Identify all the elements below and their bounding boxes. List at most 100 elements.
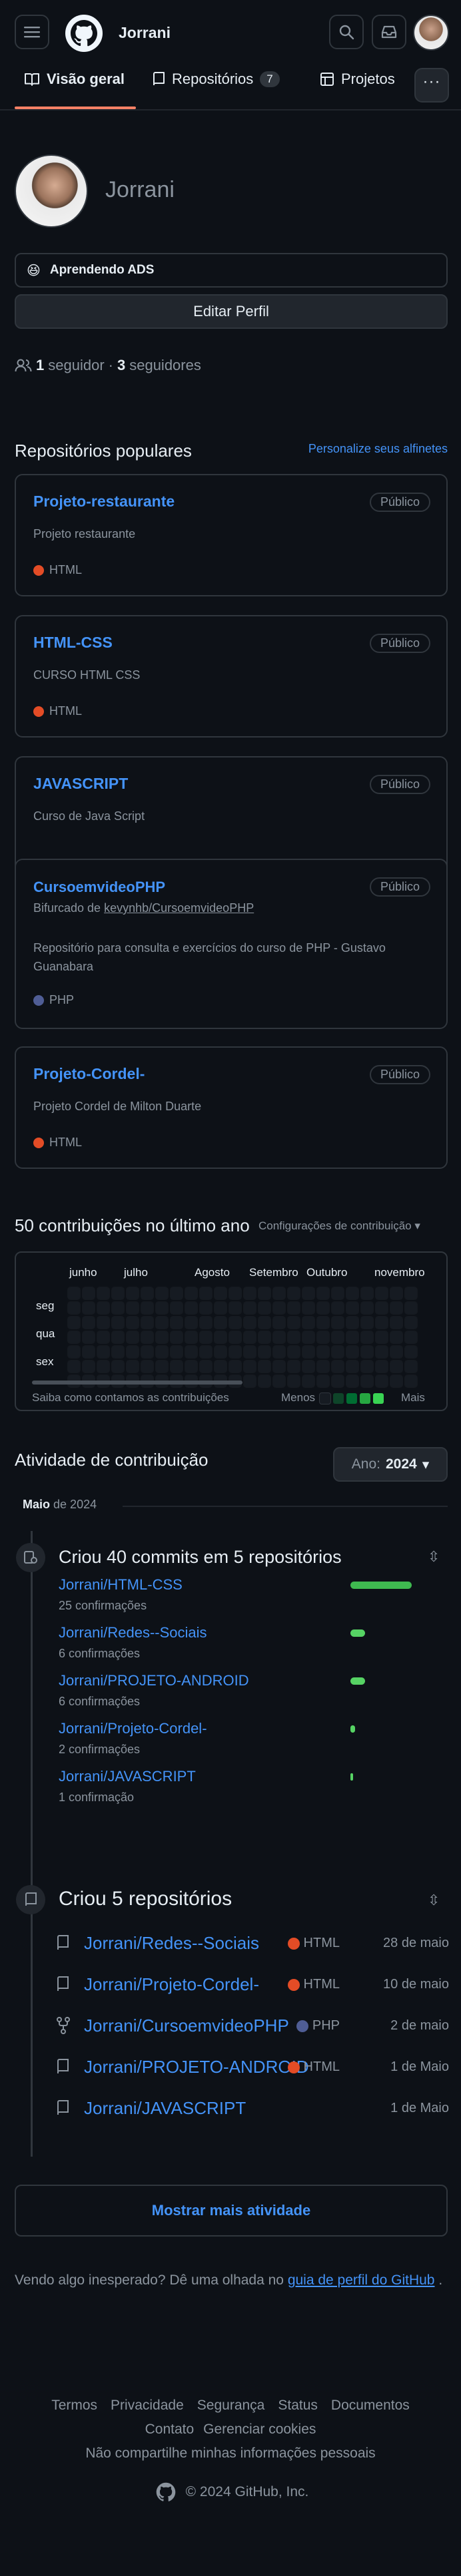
contribution-cell xyxy=(243,1345,256,1359)
created-repo-link[interactable]: Jorrani/CursoemvideoPHP xyxy=(84,2016,289,2036)
pinned-repo-name[interactable]: Projeto-restaurante xyxy=(33,493,175,511)
contribution-cell xyxy=(375,1345,388,1359)
created-repo-date: 10 de maio xyxy=(383,1977,449,1992)
month-label: Agosto xyxy=(195,1266,230,1279)
pinned-repo-card: Projeto-Cordel- Público Projeto Cordel d… xyxy=(15,1046,448,1169)
contribution-cell xyxy=(199,1316,213,1329)
commit-share-bar xyxy=(350,1629,365,1637)
pinned-repo-name[interactable]: CursoemvideoPHP xyxy=(33,879,165,896)
repo-icon xyxy=(56,1976,69,1997)
footer-link-docs[interactable]: Documentos xyxy=(331,2398,410,2414)
github-logo-icon[interactable] xyxy=(65,15,103,52)
contribution-cell xyxy=(375,1301,388,1315)
pinned-repo-name[interactable]: Projeto-Cordel- xyxy=(33,1065,145,1083)
contribution-cell xyxy=(272,1301,286,1315)
fork-source-link[interactable]: kevynhb/CursoemvideoPHP xyxy=(104,901,254,915)
commit-repo-link[interactable]: Jorrani/Redes--Sociais xyxy=(59,1624,207,1641)
created-repo-link[interactable]: Jorrani/PROJETO-ANDROID xyxy=(84,2057,309,2077)
contribution-cell xyxy=(360,1360,374,1373)
contribution-cell xyxy=(126,1345,139,1359)
avatar[interactable] xyxy=(413,15,449,51)
menu-button[interactable] xyxy=(15,15,49,49)
commit-repo-link[interactable]: Jorrani/JAVASCRIPT xyxy=(59,1768,196,1785)
lang-label: HTML xyxy=(49,704,82,718)
footer-link-terms[interactable]: Termos xyxy=(51,2398,97,2414)
header-username[interactable]: Jorrani xyxy=(119,24,171,42)
contribution-cell xyxy=(82,1287,95,1300)
created-repo-row: Jorrani/Projeto-Cordel- HTML 10 de maio xyxy=(56,1973,449,1996)
contribution-cell xyxy=(287,1301,300,1315)
caret-down-icon: ▾ xyxy=(422,1456,430,1472)
inbox-button[interactable] xyxy=(372,15,406,49)
contribution-cell xyxy=(331,1375,344,1388)
pinned-repo-name[interactable]: JAVASCRIPT xyxy=(33,775,128,793)
contribution-cell xyxy=(229,1345,242,1359)
footer-link-status[interactable]: Status xyxy=(278,2398,318,2414)
tab-projects-label: Projetos xyxy=(341,71,395,87)
search-button[interactable] xyxy=(329,15,364,49)
followers-row[interactable]: 1 seguidor · 3 seguidores xyxy=(15,357,201,374)
status-box[interactable]: 😆 Aprendendo ADS xyxy=(15,253,448,288)
contribution-cell xyxy=(214,1331,227,1344)
footer-link-privacy[interactable]: Privacidade xyxy=(111,2398,184,2414)
contribution-cell xyxy=(287,1360,300,1373)
more-tabs-button[interactable]: ··· xyxy=(414,68,449,103)
contribution-cell xyxy=(214,1345,227,1359)
contribution-cell xyxy=(170,1360,183,1373)
contribution-cell xyxy=(287,1331,300,1344)
collapse-icon[interactable]: ⇳ xyxy=(428,1548,440,1566)
contribution-settings-dropdown[interactable]: Configurações de contribuição ▾ xyxy=(258,1219,420,1233)
legend-less: Menos xyxy=(281,1391,316,1404)
contribution-cell xyxy=(331,1345,344,1359)
repo-icon xyxy=(56,2058,69,2079)
contribution-cell xyxy=(111,1331,125,1344)
repos-created-title: Criou 5 repositórios xyxy=(59,1888,232,1910)
contribution-cell xyxy=(258,1301,271,1315)
footer-link-cookies[interactable]: Gerenciar cookies xyxy=(203,2422,316,2438)
contribution-cell xyxy=(185,1301,198,1315)
contribution-cell xyxy=(272,1316,286,1329)
lang-color-dot xyxy=(33,564,44,576)
year-selector[interactable]: Ano: 2024 ▾ xyxy=(333,1447,448,1482)
created-repo-date: 1 de Maio xyxy=(390,2101,449,2115)
footer-link-do-not-share[interactable]: Não compartilhe minhas informações pesso… xyxy=(85,2446,375,2462)
created-repo-link[interactable]: Jorrani/Projeto-Cordel- xyxy=(84,1974,259,1995)
footer-link-contact[interactable]: Contato xyxy=(145,2422,195,2438)
contribution-cell xyxy=(316,1287,330,1300)
github-mark-icon[interactable] xyxy=(153,2479,179,2505)
contribution-cell xyxy=(82,1345,95,1359)
contribution-cell xyxy=(302,1345,315,1359)
commit-repo-link[interactable]: Jorrani/HTML-CSS xyxy=(59,1576,183,1594)
customize-pins-link[interactable]: Personalize seus alfinetes xyxy=(308,442,448,456)
collapse-icon[interactable]: ⇳ xyxy=(428,1892,440,1909)
contribution-cell xyxy=(214,1316,227,1329)
footer-link-security[interactable]: Segurança xyxy=(197,2398,265,2414)
commit-count: 6 confirmações xyxy=(59,1695,141,1708)
tab-repositories[interactable]: Repositórios 7 xyxy=(152,71,280,88)
show-more-activity-button[interactable]: Mostrar mais atividade xyxy=(15,2185,448,2237)
commit-share-bar xyxy=(350,1582,412,1589)
commit-repo-link[interactable]: Jorrani/Projeto-Cordel- xyxy=(59,1720,207,1737)
contribution-cell xyxy=(331,1301,344,1315)
commit-repo-link[interactable]: Jorrani/PROJETO-ANDROID xyxy=(59,1672,249,1689)
edit-profile-button[interactable]: Editar Perfil xyxy=(15,294,448,329)
pinned-repo-name[interactable]: HTML-CSS xyxy=(33,634,113,652)
tab-overview[interactable]: Visão geral xyxy=(24,71,125,88)
created-repo-date: 2 de maio xyxy=(390,2018,449,2033)
tab-projects[interactable]: Projetos xyxy=(320,71,395,88)
graph-scrollbar[interactable] xyxy=(32,1381,242,1385)
contribution-cell xyxy=(360,1316,374,1329)
month-label: junho xyxy=(69,1266,97,1279)
contribution-cell xyxy=(67,1316,81,1329)
contribution-cell xyxy=(331,1316,344,1329)
contribution-cell xyxy=(346,1360,359,1373)
learn-contributions-link[interactable]: Saiba como contamos as contribuições xyxy=(32,1391,229,1404)
contribution-cell xyxy=(126,1360,139,1373)
lang-color-dot xyxy=(33,1137,44,1148)
followers-count: 1 xyxy=(36,357,45,373)
contribution-cell xyxy=(214,1360,227,1373)
lang-color-dot xyxy=(33,994,44,1006)
created-repo-link[interactable]: Jorrani/JAVASCRIPT xyxy=(84,2098,246,2119)
created-repo-link[interactable]: Jorrani/Redes--Sociais xyxy=(84,1933,259,1954)
profile-guide-link[interactable]: guia de perfil do GitHub xyxy=(288,2272,435,2288)
